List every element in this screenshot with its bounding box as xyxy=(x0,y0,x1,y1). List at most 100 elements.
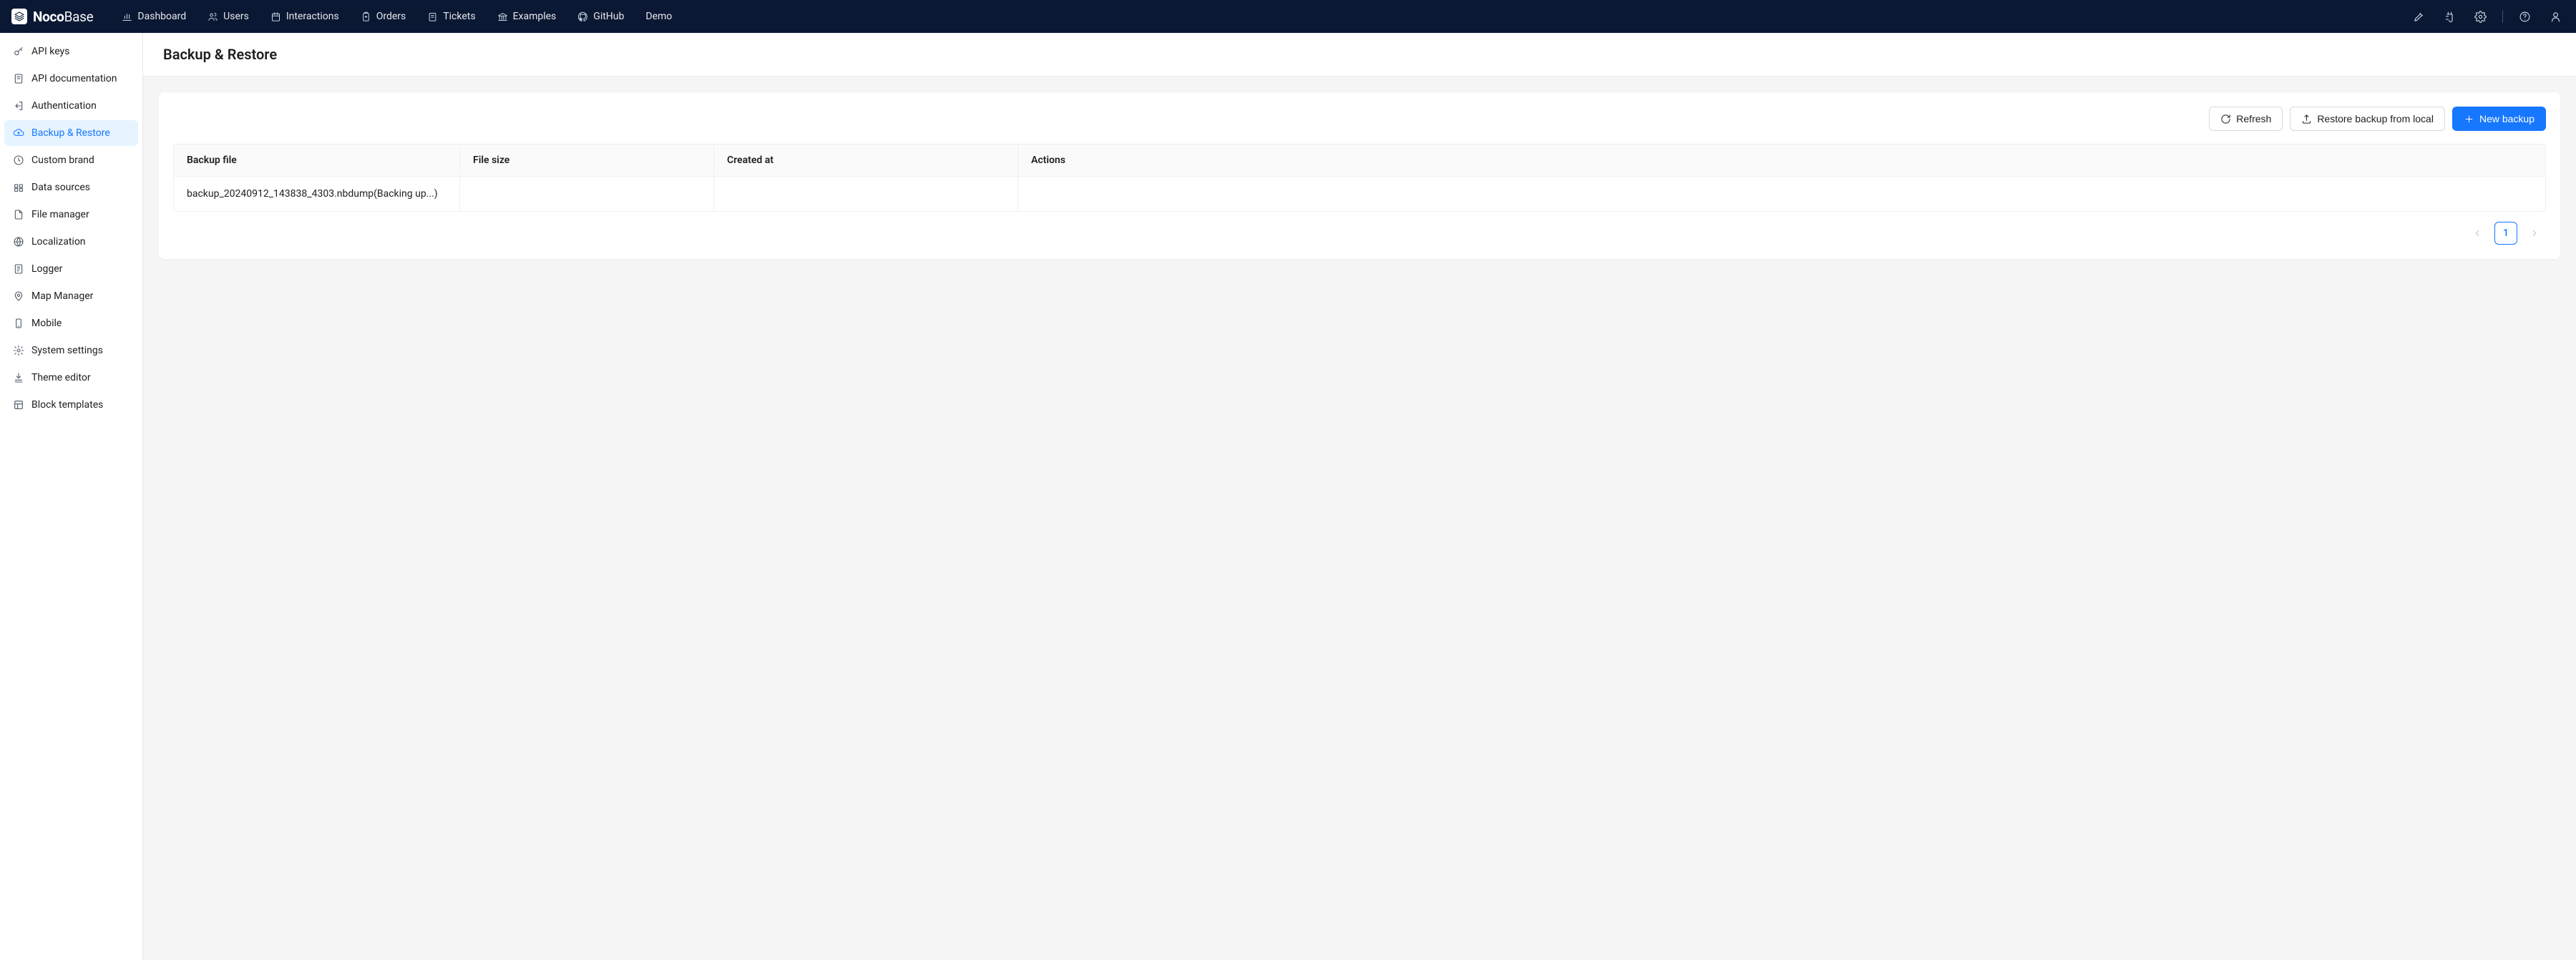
new-backup-button[interactable]: New backup xyxy=(2452,107,2546,131)
sidebar-label: Block templates xyxy=(31,399,103,411)
sidebar-label: File manager xyxy=(31,209,89,220)
pagination: 1 xyxy=(173,222,2546,245)
nav-label: Interactions xyxy=(286,11,339,22)
td-actions xyxy=(1018,177,2545,211)
sidebar-label: API keys xyxy=(31,46,69,57)
page-number: 1 xyxy=(2503,227,2509,239)
globe-icon xyxy=(13,236,24,248)
nav-tickets[interactable]: Tickets xyxy=(419,6,484,26)
nav-orders[interactable]: Orders xyxy=(352,6,415,26)
nav-label: Dashboard xyxy=(137,11,186,22)
sidebar-item-api-docs[interactable]: API documentation xyxy=(4,66,138,92)
button-label: Restore backup from local xyxy=(2317,113,2434,124)
sidebar-label: Data sources xyxy=(31,182,90,193)
sidebar-item-mobile[interactable]: Mobile xyxy=(4,310,138,336)
clipboard-icon xyxy=(361,11,371,22)
sidebar-item-file-manager[interactable]: File manager xyxy=(4,202,138,227)
pagination-next[interactable] xyxy=(2523,222,2546,245)
nav-github[interactable]: GitHub xyxy=(569,6,633,26)
top-bar: NocoBase Dashboard Users Interactions Or… xyxy=(0,0,2576,33)
table-row: backup_20240912_143838_4303.nbdump(Backi… xyxy=(174,176,2545,211)
th-actions: Actions xyxy=(1018,145,2545,176)
settings-gear-icon[interactable] xyxy=(2472,8,2489,26)
plus-icon xyxy=(2464,114,2474,124)
sidebar-label: Custom brand xyxy=(31,155,94,166)
th-backup-file: Backup file xyxy=(174,145,460,176)
main-content: Backup & Restore Refresh Restore backup … xyxy=(143,33,2576,960)
highlighter-icon[interactable] xyxy=(2410,8,2428,26)
log-icon xyxy=(13,263,24,275)
nav-dashboard[interactable]: Dashboard xyxy=(113,6,195,26)
sidebar-item-custom-brand[interactable]: Custom brand xyxy=(4,147,138,173)
td-backup-file: backup_20240912_143838_4303.nbdump(Backi… xyxy=(174,177,460,211)
user-avatar-icon[interactable] xyxy=(2547,8,2565,26)
sidebar-label: Mobile xyxy=(31,318,62,329)
sidebar-item-data-sources[interactable]: Data sources xyxy=(4,175,138,200)
page-title: Backup & Restore xyxy=(163,46,2556,63)
sidebar-label: Authentication xyxy=(31,100,97,112)
brand-icon xyxy=(13,155,24,166)
sidebar-item-logger[interactable]: Logger xyxy=(4,256,138,282)
nav-demo[interactable]: Demo xyxy=(637,6,680,26)
pagination-prev[interactable] xyxy=(2466,222,2489,245)
bank-icon xyxy=(497,11,508,22)
cloud-sync-icon xyxy=(13,127,24,139)
refresh-button[interactable]: Refresh xyxy=(2209,107,2283,131)
restore-local-button[interactable]: Restore backup from local xyxy=(2290,107,2445,131)
button-label: New backup xyxy=(2479,113,2534,124)
sidebar-item-theme-editor[interactable]: Theme editor xyxy=(4,365,138,391)
nav-label: Examples xyxy=(513,11,557,22)
th-file-size: File size xyxy=(460,145,714,176)
chevron-right-icon xyxy=(2529,228,2540,238)
help-icon[interactable] xyxy=(2516,8,2534,26)
nav-interactions[interactable]: Interactions xyxy=(262,6,348,26)
sidebar-item-system-settings[interactable]: System settings xyxy=(4,338,138,363)
sidebar-item-api-keys[interactable]: API keys xyxy=(4,39,138,64)
nav-label: Users xyxy=(223,11,249,22)
github-icon xyxy=(577,11,588,22)
template-icon xyxy=(13,399,24,411)
sidebar-item-map-manager[interactable]: Map Manager xyxy=(4,283,138,309)
sidebar-item-block-templates[interactable]: Block templates xyxy=(4,392,138,418)
sidebar: API keys API documentation Authenticatio… xyxy=(0,33,143,960)
sidebar-item-authentication[interactable]: Authentication xyxy=(4,93,138,119)
sidebar-item-backup-restore[interactable]: Backup & Restore xyxy=(4,120,138,146)
sidebar-item-localization[interactable]: Localization xyxy=(4,229,138,255)
top-nav: Dashboard Users Interactions Orders Tick… xyxy=(113,6,680,26)
refresh-icon xyxy=(2220,114,2231,124)
plugin-icon[interactable] xyxy=(2441,8,2459,26)
top-right-actions xyxy=(2410,8,2565,26)
brand[interactable]: NocoBase xyxy=(11,9,93,25)
page-header: Backup & Restore xyxy=(143,33,2576,77)
toolbar: Refresh Restore backup from local New ba… xyxy=(173,107,2546,131)
database-icon xyxy=(13,182,24,193)
sidebar-label: Map Manager xyxy=(31,290,93,302)
table-body: backup_20240912_143838_4303.nbdump(Backi… xyxy=(174,176,2545,211)
nav-label: GitHub xyxy=(593,11,624,22)
users-icon xyxy=(208,11,218,22)
gear-icon xyxy=(13,345,24,356)
brand-name: NocoBase xyxy=(33,9,93,25)
sidebar-label: API documentation xyxy=(31,73,117,84)
sidebar-label: System settings xyxy=(31,345,103,356)
calendar-icon xyxy=(270,11,281,22)
nav-users[interactable]: Users xyxy=(199,6,258,26)
pagination-page-1[interactable]: 1 xyxy=(2494,222,2517,245)
sidebar-label: Theme editor xyxy=(31,372,91,383)
chevron-left-icon xyxy=(2472,228,2482,238)
nav-examples[interactable]: Examples xyxy=(489,6,565,26)
ticket-icon xyxy=(427,11,438,22)
login-icon xyxy=(13,100,24,112)
backup-card: Refresh Restore backup from local New ba… xyxy=(159,92,2560,259)
backup-table: Backup file File size Created at Actions… xyxy=(173,144,2546,212)
theme-icon xyxy=(13,372,24,383)
brand-logo-icon xyxy=(11,9,27,24)
table-header: Backup file File size Created at Actions xyxy=(174,145,2545,176)
sidebar-label: Localization xyxy=(31,236,86,248)
upload-icon xyxy=(2301,114,2312,124)
file-icon xyxy=(13,209,24,220)
nav-label: Orders xyxy=(376,11,406,22)
mobile-icon xyxy=(13,318,24,329)
sidebar-label: Backup & Restore xyxy=(31,127,110,139)
sidebar-label: Logger xyxy=(31,263,62,275)
